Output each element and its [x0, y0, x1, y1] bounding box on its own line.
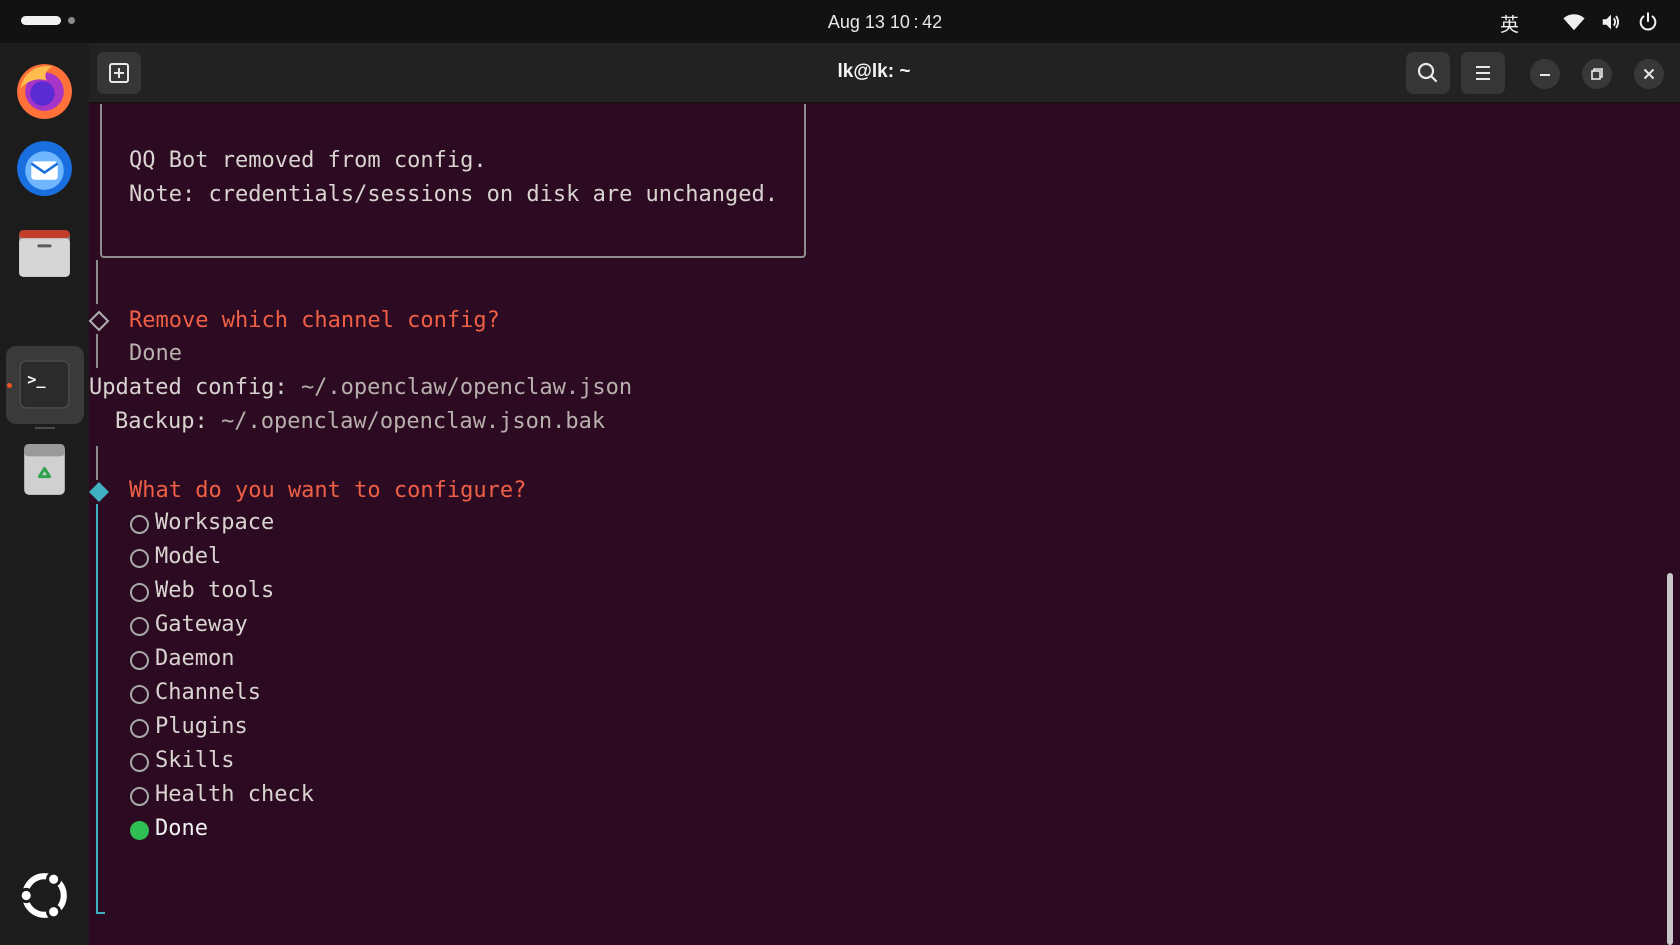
workspace-dot[interactable]	[68, 17, 75, 24]
option-workspace[interactable]: Workspace	[155, 510, 274, 535]
note-box	[100, 104, 806, 258]
radio-health-check[interactable]	[130, 787, 149, 806]
restore-icon	[1591, 68, 1603, 80]
option-done[interactable]: Done	[155, 816, 208, 841]
note-line-1: QQ Bot removed from config.	[129, 148, 487, 173]
completed-step-diamond-icon	[88, 310, 110, 332]
input-method-indicator[interactable]: 英	[1500, 10, 1519, 37]
activities-indicator[interactable]	[21, 16, 61, 25]
radio-workspace[interactable]	[130, 515, 149, 534]
svg-text:>_: >_	[27, 371, 46, 389]
close-button[interactable]	[1634, 59, 1664, 89]
prompt-rail	[96, 260, 98, 304]
option-channels[interactable]: Channels	[155, 680, 261, 705]
updated-config-path: ~/.openclaw/openclaw.json	[300, 375, 633, 400]
option-gateway[interactable]: Gateway	[155, 612, 248, 637]
menu-button[interactable]	[1461, 52, 1505, 94]
active-prompt-rail-end	[96, 912, 105, 914]
radio-daemon[interactable]	[130, 651, 149, 670]
restore-button[interactable]	[1582, 59, 1612, 89]
clock[interactable]: Aug 13 10 : 42	[780, 12, 990, 33]
prompt-remove-answer: Done	[129, 341, 182, 366]
option-web-tools[interactable]: Web tools	[155, 578, 274, 603]
active-prompt-rail	[96, 504, 98, 914]
menu-icon	[1476, 66, 1490, 80]
power-icon[interactable]	[1637, 11, 1659, 33]
prompt-configure: What do you want to configure?	[129, 478, 527, 503]
trash-icon[interactable]	[12, 436, 77, 501]
volume-icon[interactable]	[1600, 11, 1622, 33]
option-model[interactable]: Model	[155, 544, 221, 569]
radio-web-tools[interactable]	[130, 583, 149, 602]
new-tab-icon	[109, 63, 129, 83]
radio-gateway[interactable]	[130, 617, 149, 636]
dock: >_	[0, 43, 89, 945]
prompt-rail	[96, 334, 98, 368]
thunderbird-icon[interactable]	[12, 135, 77, 200]
close-icon	[1643, 68, 1655, 80]
prompt-remove-channel: Remove which channel config?	[129, 308, 500, 333]
window-title: lk@lk: ~	[837, 61, 911, 82]
wifi-icon[interactable]	[1563, 11, 1585, 33]
search-icon	[1417, 62, 1438, 83]
terminal-icon[interactable]: >_	[12, 351, 77, 416]
radio-channels[interactable]	[130, 685, 149, 704]
ubuntu-logo-icon[interactable]	[12, 863, 77, 928]
new-tab-button[interactable]	[97, 52, 141, 94]
minimize-button[interactable]	[1530, 59, 1560, 89]
scrollbar[interactable]	[1667, 573, 1673, 945]
active-step-diamond-icon	[89, 482, 109, 502]
minimize-icon	[1540, 74, 1550, 76]
updated-config-line: Updated config: ~/.openclaw/openclaw.jso…	[89, 375, 632, 400]
note-line-2: Note: credentials/sessions on disk are u…	[129, 182, 779, 207]
radio-done-selected[interactable]	[130, 821, 149, 840]
option-daemon[interactable]: Daemon	[155, 646, 234, 671]
backup-path: ~/.openclaw/openclaw.json.bak	[220, 409, 606, 434]
terminal-output[interactable]: QQ Bot removed from config. Note: creden…	[88, 104, 1680, 945]
dock-separator	[35, 427, 55, 429]
option-skills[interactable]: Skills	[155, 748, 234, 773]
option-health-check[interactable]: Health check	[155, 782, 314, 807]
backup-label: Backup:	[115, 409, 208, 434]
top-bar: Aug 13 10 : 42 英	[0, 0, 1680, 43]
radio-model[interactable]	[130, 549, 149, 568]
radio-skills[interactable]	[130, 753, 149, 772]
option-plugins[interactable]: Plugins	[155, 714, 248, 739]
header-bar: lk@lk: ~	[89, 43, 1680, 103]
prompt-rail	[96, 446, 98, 480]
updated-config-label: Updated config:	[89, 375, 288, 400]
firefox-icon[interactable]	[12, 58, 77, 123]
backup-line: Backup: ~/.openclaw/openclaw.json.bak	[115, 409, 605, 434]
search-button[interactable]	[1406, 52, 1450, 94]
terminal-window: lk@lk: ~ QQ Bot removed from config. Not…	[88, 43, 1680, 945]
files-icon[interactable]	[12, 220, 77, 285]
radio-plugins[interactable]	[130, 719, 149, 738]
